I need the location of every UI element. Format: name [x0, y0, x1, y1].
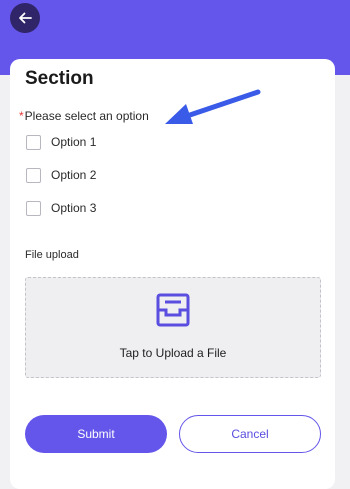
cancel-button[interactable]: Cancel	[179, 415, 321, 453]
option-2-label: Option 2	[51, 168, 97, 182]
option-1-label: Option 1	[51, 135, 97, 149]
option-1-checkbox[interactable]	[26, 134, 41, 150]
option-3-checkbox[interactable]	[26, 200, 41, 216]
file-upload-dropzone[interactable]: Tap to Upload a File	[25, 277, 321, 378]
file-upload-label: File upload	[25, 249, 79, 261]
upload-tray-icon	[156, 293, 190, 327]
arrow-left-icon	[19, 12, 32, 24]
upload-prompt-text: Tap to Upload a File	[119, 346, 227, 360]
option-question-label: *Please select an option	[19, 109, 149, 123]
option-1-checkbox-row[interactable]: Option 1	[26, 133, 96, 151]
option-2-checkbox-row[interactable]: Option 2	[26, 166, 96, 184]
required-marker: *	[19, 109, 24, 123]
option-3-checkbox-row[interactable]: Option 3	[26, 199, 96, 217]
option-3-label: Option 3	[51, 201, 97, 215]
back-button[interactable]	[10, 3, 40, 33]
option-2-checkbox[interactable]	[26, 167, 41, 183]
section-title: Section	[25, 68, 94, 89]
question-text: Please select an option	[24, 109, 149, 123]
submit-button[interactable]: Submit	[25, 415, 167, 453]
